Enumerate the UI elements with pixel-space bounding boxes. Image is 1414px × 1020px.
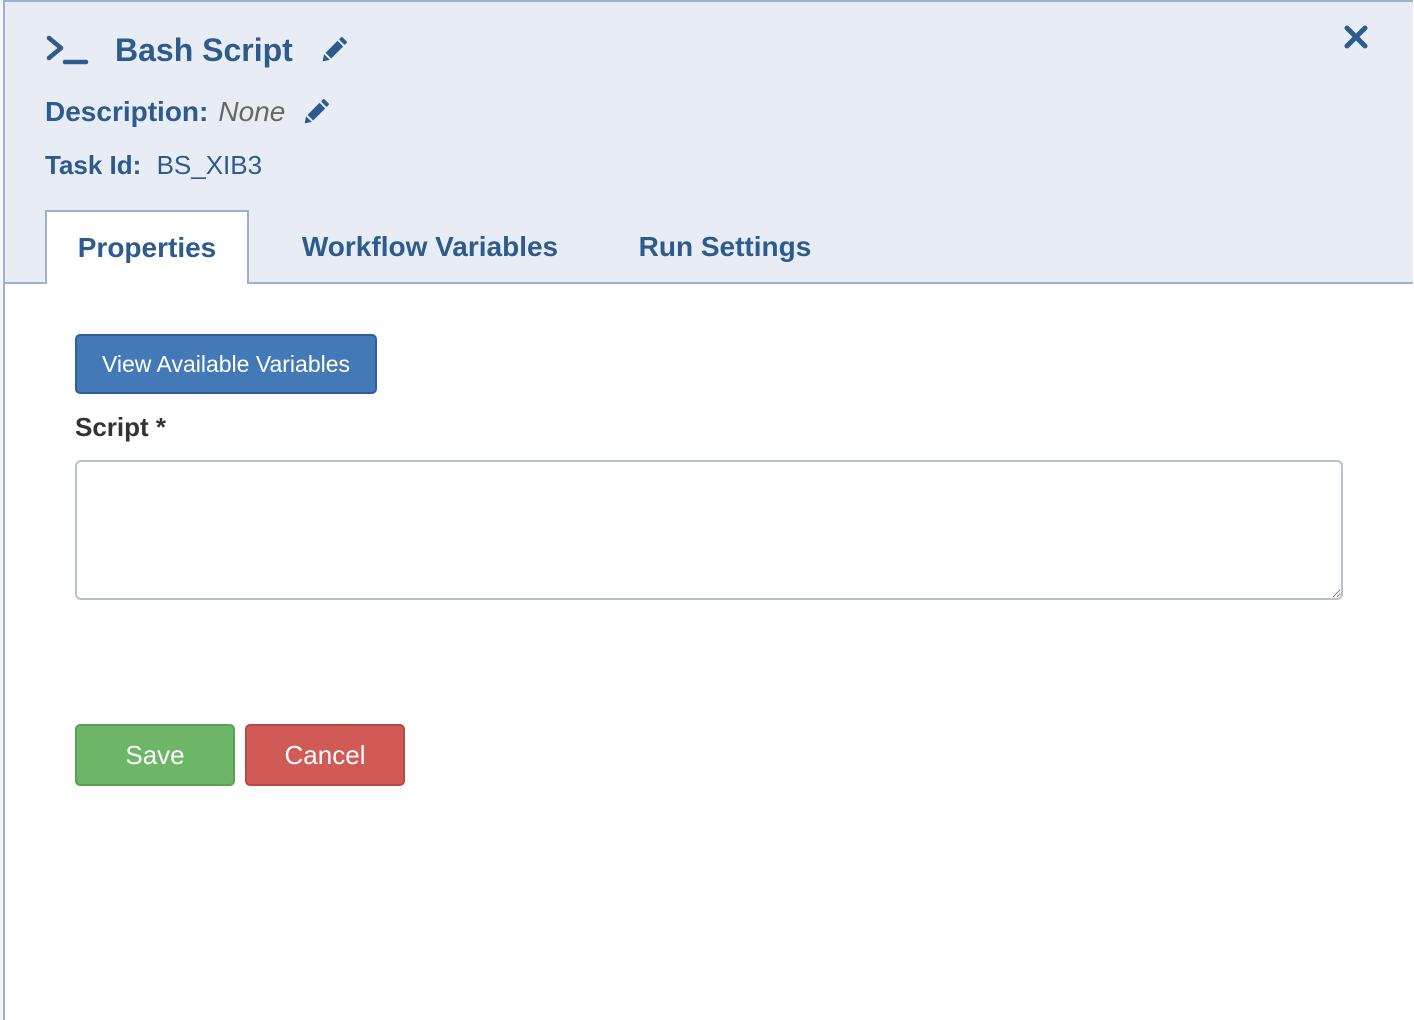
task-id-row: Task Id: BS_XIB3 (45, 150, 262, 181)
view-available-variables-button[interactable]: View Available Variables (75, 334, 377, 394)
save-button[interactable]: Save (75, 724, 235, 786)
script-input[interactable] (75, 460, 1343, 600)
description-row: Description: None (45, 92, 333, 132)
tab-run-settings[interactable]: Run Settings (615, 210, 835, 284)
close-icon[interactable] (1343, 24, 1369, 50)
task-editor-panel: Bash Script Description: None Task Id: B… (3, 0, 1413, 1020)
edit-title-pencil-icon[interactable] (317, 33, 351, 67)
description-label: Description: (45, 96, 209, 127)
script-label: Script * (75, 412, 167, 442)
cancel-button[interactable]: Cancel (245, 724, 405, 786)
tab-workflow-variables[interactable]: Workflow Variables (275, 210, 585, 284)
tab-properties[interactable]: Properties (45, 210, 249, 284)
task-id-value: BS_XIB3 (156, 150, 263, 180)
task-header: Bash Script Description: None Task Id: B… (5, 2, 1413, 284)
edit-description-pencil-icon[interactable] (299, 95, 333, 129)
description-value: None (218, 96, 286, 127)
terminal-icon (45, 32, 89, 68)
task-id-label: Task Id: (45, 150, 142, 180)
task-title: Bash Script (115, 31, 293, 68)
title-row: Bash Script (45, 28, 351, 72)
